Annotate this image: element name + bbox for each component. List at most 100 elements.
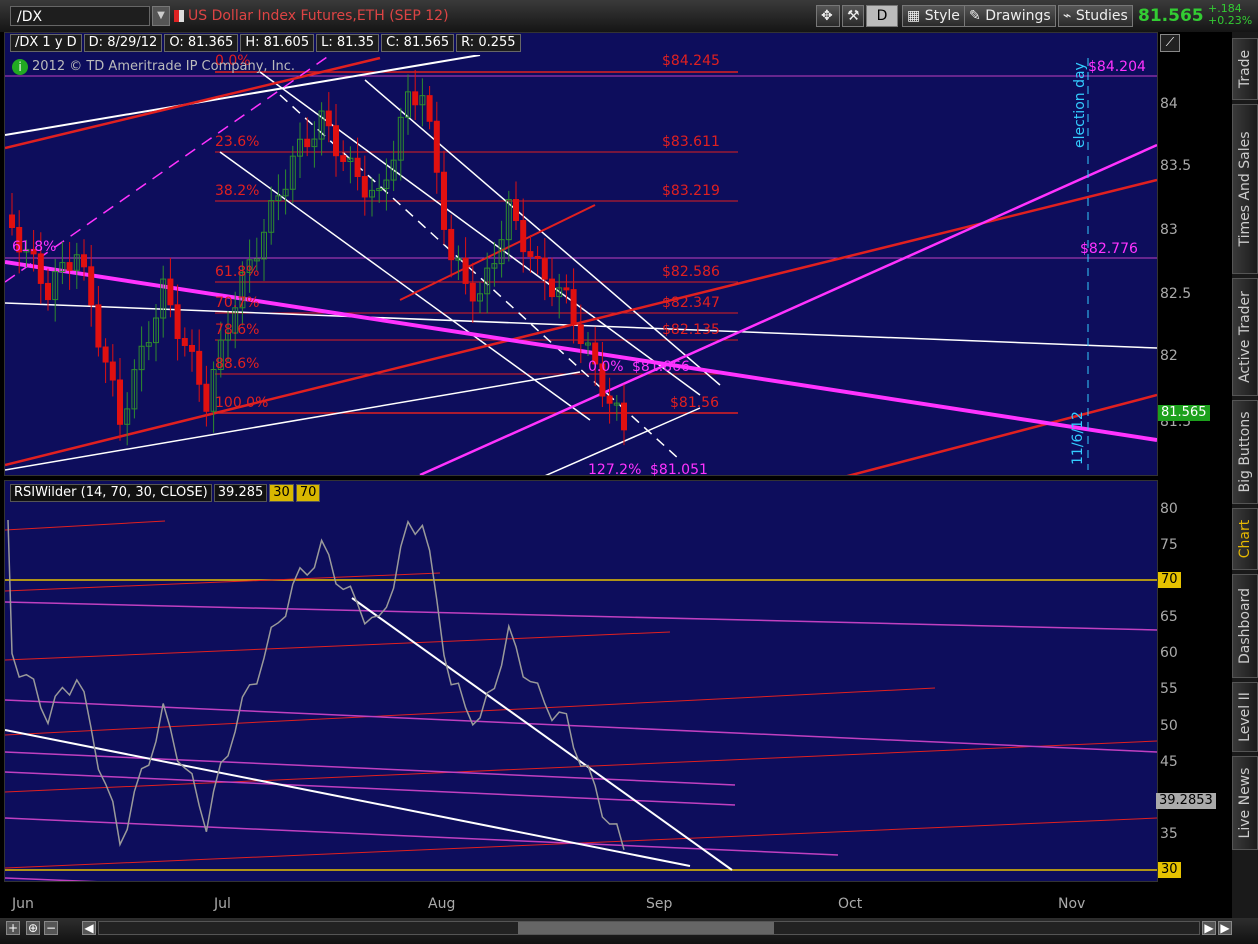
candle-body	[81, 254, 87, 268]
candle-body	[520, 220, 527, 253]
zoom-fit-icon[interactable]: +	[6, 921, 20, 935]
candle-body	[45, 282, 51, 301]
left-618-label: 61.8%	[12, 239, 56, 255]
fib-price-0: $84.245	[662, 53, 720, 69]
white-channel-3	[219, 151, 591, 421]
candle-body	[563, 287, 570, 291]
rsi-value: 39.285	[213, 484, 268, 502]
price-tick-835: 83.5	[1160, 158, 1192, 174]
x-tick-jul: Jul	[214, 896, 231, 912]
rsi-tick-35: 35	[1160, 826, 1178, 842]
rsi-tick-45: 45	[1160, 754, 1178, 770]
price-82776-label: $82.776	[1080, 241, 1138, 257]
candle-body	[102, 346, 109, 363]
side-tab-bar: Trade Times And Sales Active Trader Big …	[1232, 32, 1258, 920]
fib-pct-382: 38.2%	[215, 183, 259, 199]
scroll-left-icon[interactable]: ◀	[82, 921, 96, 935]
candle-body	[621, 402, 627, 431]
price-84204-label: $84.204	[1088, 59, 1146, 75]
x-tick-nov: Nov	[1058, 896, 1086, 912]
scrollbar-thumb[interactable]	[518, 922, 774, 934]
tab-trade[interactable]: Trade	[1232, 38, 1258, 100]
chart-style-icon[interactable]: ⟋	[1160, 34, 1180, 52]
candle-body	[426, 95, 433, 122]
candle-body	[606, 395, 613, 404]
symbol-period: /DX 1 y D	[10, 34, 82, 52]
fib-pct-707: 70.7%	[215, 295, 259, 311]
candle-body	[117, 379, 123, 425]
fib-pct-886: 88.6%	[215, 356, 259, 372]
tab-chart[interactable]: Chart	[1232, 508, 1258, 570]
fib-pct-236: 23.6%	[215, 134, 259, 150]
rsi-tick-65: 65	[1160, 609, 1178, 625]
fib-price-236: $83.611	[662, 134, 720, 150]
fib-price-786: $82.135	[662, 322, 720, 338]
rsi-series-line	[7, 519, 625, 851]
info-close: C: 81.565	[381, 34, 455, 52]
candle-body	[196, 350, 203, 385]
red-line-low	[846, 393, 1157, 475]
price-tick-83: 83	[1160, 222, 1178, 238]
candle-body	[549, 278, 555, 298]
price-81866-label: $81.866	[632, 359, 690, 375]
candle-body	[304, 138, 311, 148]
scroll-right-icon[interactable]: ▶	[1202, 921, 1216, 935]
white-channel-2	[364, 79, 721, 386]
tab-live-news[interactable]: Live News	[1232, 756, 1258, 850]
candle-body	[9, 214, 15, 228]
tab-active-trader[interactable]: Active Trader	[1232, 278, 1258, 396]
copyright: 2012 © TD Ameritrade IP Company, Inc.	[32, 59, 296, 74]
tab-dashboard[interactable]: Dashboard	[1232, 574, 1258, 678]
tab-times-and-sales[interactable]: Times And Sales	[1232, 104, 1258, 274]
price-tick-82: 82	[1160, 348, 1178, 364]
chart-info-bar: /DX 1 y D D: 8/29/12 O: 81.365 H: 81.605…	[10, 34, 521, 52]
election-date-label: 11/6/12	[1070, 411, 1086, 465]
x-tick-jun: Jun	[12, 896, 34, 912]
candle-body	[534, 255, 541, 259]
info-icon[interactable]: i	[12, 59, 28, 75]
x-tick-oct: Oct	[838, 896, 863, 912]
candle-body	[441, 171, 447, 230]
zoom-in-icon[interactable]: ⊕	[26, 921, 40, 935]
fib-price-707: $82.347	[662, 295, 720, 311]
rsi-tick-80: 80	[1160, 501, 1178, 517]
fib-price-382: $83.219	[662, 183, 720, 199]
tab-level-ii[interactable]: Level II	[1232, 682, 1258, 752]
candle-body	[354, 157, 361, 178]
candle-body	[412, 91, 419, 106]
info-open: O: 81.365	[164, 34, 239, 52]
zoom-out-icon[interactable]: −	[44, 921, 58, 935]
candle-body	[469, 282, 476, 302]
candle-body	[325, 110, 332, 127]
candle-body	[513, 199, 519, 222]
fib-pct-786: 78.6%	[215, 322, 259, 338]
candle-body	[577, 324, 584, 345]
ext-price-label: $81.051	[650, 462, 708, 478]
white-dashed	[279, 94, 681, 461]
rsi-tick-75: 75	[1160, 537, 1178, 553]
x-tick-sep: Sep	[646, 896, 673, 912]
candle-body	[37, 253, 44, 284]
candle-body	[541, 257, 548, 280]
rsi-30-badge: 30	[1158, 862, 1181, 878]
candle-body	[340, 155, 347, 162]
rsi-os: 70	[295, 484, 321, 502]
rsi-header: RSIWilder (14, 70, 30, CLOSE) 39.285 30 …	[10, 484, 321, 502]
info-high: H: 81.605	[240, 34, 315, 52]
scroll-end-icon[interactable]: ▶	[1218, 921, 1232, 935]
rsi-ob: 30	[269, 484, 294, 502]
candle-body	[181, 337, 188, 346]
x-tick-aug: Aug	[428, 896, 456, 912]
rsi-tick-50: 50	[1160, 718, 1178, 734]
white-line-bottom	[5, 371, 581, 471]
candle-body	[88, 266, 95, 306]
chart-drawing: 0.0% $84.245 23.6% $83.611 38.2% $83.219…	[5, 53, 1157, 881]
fib-price-100: $81.56	[670, 395, 719, 411]
rsi-value-badge: 39.2853	[1156, 793, 1216, 809]
tab-big-buttons[interactable]: Big Buttons	[1232, 400, 1258, 504]
fib-pct-618: 61.8%	[215, 264, 259, 280]
candle-body	[167, 278, 174, 306]
candle-body	[333, 125, 339, 157]
price-tick-825: 82.5	[1160, 286, 1192, 302]
candle-body	[448, 228, 455, 261]
